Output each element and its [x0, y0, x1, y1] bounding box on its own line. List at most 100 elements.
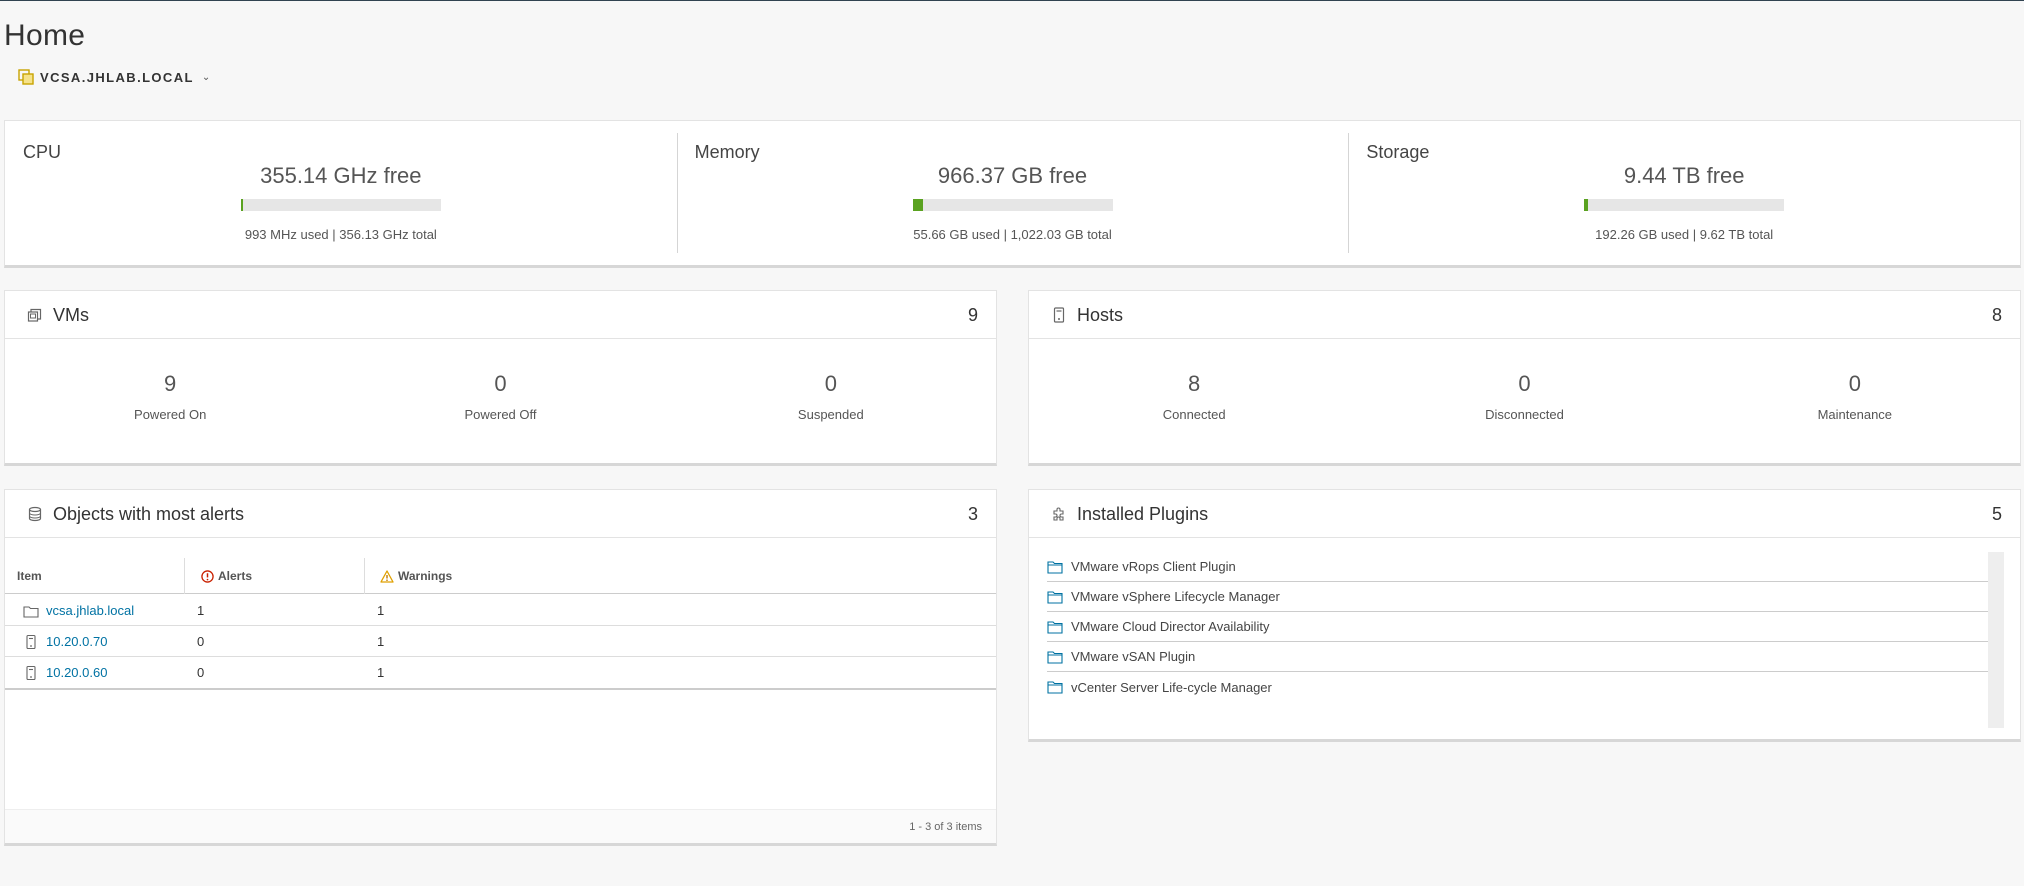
folder-icon	[1047, 681, 1063, 694]
stat-value: 0	[1848, 371, 1861, 396]
usage-bar	[240, 199, 441, 211]
plugin-name: VMware Cloud Director Availability	[1071, 619, 1270, 634]
resource-summary: CPU 355.14 GHz free 993 MHz used | 356.1…	[4, 120, 2021, 268]
card-title: Hosts	[1077, 305, 1124, 325]
stat-value: 9	[164, 371, 177, 396]
resource-title: Storage	[1366, 142, 1430, 162]
plugin-item[interactable]: VMware vSphere Lifecycle Manager	[1047, 582, 1998, 612]
usage-bar-fill	[240, 199, 243, 211]
usage-bar-fill	[912, 199, 924, 211]
stat-label: Disconnected	[1485, 407, 1564, 422]
card-title: VMs	[53, 305, 89, 325]
host-icon	[23, 657, 39, 688]
folder-icon	[1047, 590, 1063, 604]
vcenter-name: VCSA.JHLAB.LOCAL	[40, 69, 194, 85]
vcenter-icon	[18, 69, 34, 85]
card-header: Objects with most alerts 3	[5, 490, 996, 538]
usage-bar	[912, 199, 1113, 211]
column-header-alerts[interactable]: Alerts	[201, 558, 252, 594]
plugin-icon	[1053, 507, 1064, 521]
warnings-value: 1	[377, 634, 385, 649]
table-row[interactable]: 10.20.0.60 0 1	[5, 657, 996, 688]
resource-detail: 993 MHz used | 356.13 GHz total	[244, 227, 437, 242]
plugin-name: VMware vRops Client Plugin	[1071, 559, 1236, 574]
chevron-down-icon: ⌄	[201, 71, 211, 83]
hosts-card[interactable]: Hosts 8 8 Connected 0 Disconnected 0 Mai…	[1028, 290, 2021, 466]
alert-icon	[201, 569, 214, 583]
card-count: 3	[967, 504, 978, 524]
resource-title: Memory	[694, 142, 760, 162]
card-title: Installed Plugins	[1077, 504, 1209, 524]
warning-icon	[380, 569, 394, 583]
warnings-value: 1	[377, 665, 385, 680]
plugin-list: VMware vRops Client Plugin VMware vSpher…	[1047, 552, 1998, 702]
card-header: Hosts 8	[1029, 291, 2020, 339]
usage-bar	[1584, 199, 1785, 211]
resource-detail: 192.26 GB used | 9.62 TB total	[1595, 227, 1774, 242]
stat-label: Powered On	[134, 407, 207, 422]
resource-title: CPU	[23, 142, 62, 162]
plugin-item[interactable]: VMware vSAN Plugin	[1047, 642, 1998, 672]
alerts-value: 0	[197, 634, 205, 649]
host-stat-disconnected[interactable]: 0 Disconnected	[1359, 371, 1689, 422]
table-footer: 1 - 3 of 3 items	[5, 809, 996, 843]
column-label: Alerts	[218, 569, 253, 583]
page-title: Home	[4, 19, 86, 52]
host-stat-connected[interactable]: 8 Connected	[1029, 371, 1359, 422]
table-row[interactable]: 10.20.0.70 0 1	[5, 626, 996, 657]
alerts-card: Objects with most alerts 3 Item Alerts W…	[4, 489, 997, 846]
stat-value: 0	[824, 371, 837, 396]
resource-free: 355.14 GHz free	[260, 163, 422, 188]
vms-card[interactable]: VMs 9 9 Powered On 0 Powered Off 0 Suspe…	[4, 290, 997, 466]
card-header: Installed Plugins 5	[1029, 490, 2020, 538]
alerts-value: 0	[197, 665, 205, 680]
vcenter-selector[interactable]: VCSA.JHLAB.LOCAL ⌄	[18, 69, 210, 85]
host-icon	[1053, 307, 1065, 323]
host-stat-maintenance[interactable]: 0 Maintenance	[1690, 371, 2020, 422]
plugin-item[interactable]: VMware vRops Client Plugin	[1047, 552, 1998, 582]
vm-icon	[27, 308, 42, 322]
card-count: 9	[967, 305, 978, 325]
warnings-value: 1	[377, 603, 385, 618]
item-link[interactable]: 10.20.0.60	[46, 657, 107, 688]
alerts-value: 1	[197, 603, 205, 618]
card-title: Objects with most alerts	[53, 504, 245, 524]
vm-stat-powered-off[interactable]: 0 Powered Off	[335, 371, 665, 422]
folder-icon	[1047, 650, 1063, 664]
stat-label: Suspended	[797, 407, 864, 422]
host-icon	[23, 626, 39, 657]
resource-memory: Memory 966.37 GB free 55.66 GB used | 1,…	[676, 121, 1349, 265]
resource-free: 9.44 TB free	[1623, 163, 1745, 188]
scrollbar[interactable]	[1988, 552, 2004, 728]
stat-label: Maintenance	[1817, 407, 1893, 422]
resource-free: 966.37 GB free	[937, 163, 1088, 188]
table-header: Item Alerts Warnings	[5, 558, 996, 594]
column-header-warnings[interactable]: Warnings	[380, 558, 452, 594]
folder-icon	[1047, 560, 1063, 574]
plugin-item[interactable]: vCenter Server Life-cycle Manager	[1047, 672, 1998, 702]
table-row[interactable]: vcsa.jhlab.local 1 1	[5, 595, 996, 626]
stat-label: Connected	[1162, 407, 1226, 422]
vm-stat-powered-on[interactable]: 9 Powered On	[5, 371, 335, 422]
plugin-name: VMware vSphere Lifecycle Manager	[1071, 589, 1280, 604]
plugin-name: vCenter Server Life-cycle Manager	[1071, 679, 1272, 695]
usage-bar-fill	[1584, 199, 1589, 211]
stat-value: 8	[1188, 371, 1201, 396]
plugin-item[interactable]: VMware Cloud Director Availability	[1047, 612, 1998, 642]
card-header: VMs 9	[5, 291, 996, 339]
folder-icon	[23, 595, 39, 626]
column-label: Warnings	[398, 569, 453, 583]
card-count: 8	[1991, 305, 2002, 325]
column-header-item[interactable]: Item	[17, 558, 42, 594]
plugins-card: Installed Plugins 5 VMware vRops Client …	[1028, 489, 2021, 742]
card-count: 5	[1991, 504, 2002, 524]
vm-stat-suspended[interactable]: 0 Suspended	[666, 371, 996, 422]
plugin-name: VMware vSAN Plugin	[1071, 649, 1196, 664]
item-link[interactable]: 10.20.0.70	[46, 626, 107, 657]
resource-cpu: CPU 355.14 GHz free 993 MHz used | 356.1…	[5, 121, 677, 265]
item-link[interactable]: vcsa.jhlab.local	[46, 595, 134, 626]
stat-value: 0	[494, 371, 507, 396]
database-icon	[28, 506, 42, 522]
folder-icon	[1047, 620, 1063, 634]
stat-label: Powered Off	[464, 407, 537, 422]
